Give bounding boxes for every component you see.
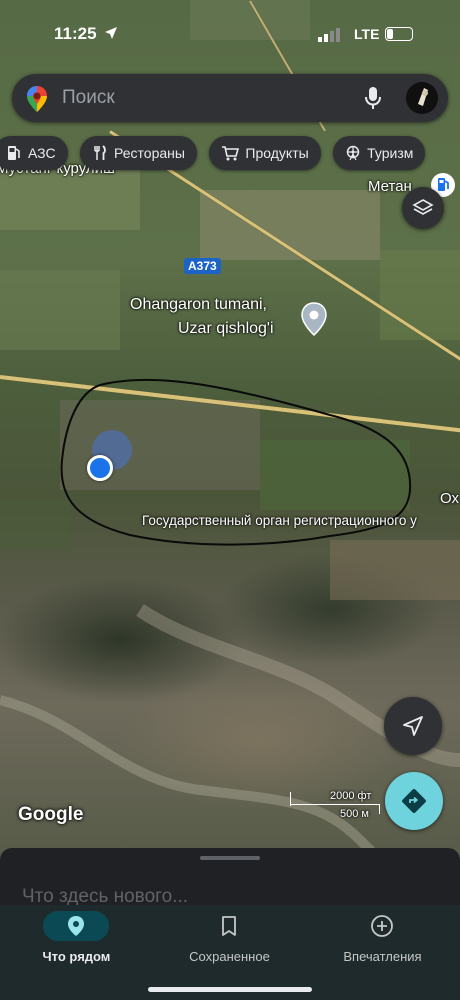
- bottom-navigation: Что рядом Сохраненное Впечатления: [0, 905, 460, 977]
- category-chips: АЗС Рестораны Продукты Туризм: [0, 136, 433, 170]
- add-circle-icon: [371, 915, 393, 937]
- microphone-icon[interactable]: [364, 86, 382, 110]
- home-indicator[interactable]: [148, 987, 312, 992]
- chip-gas-station[interactable]: АЗС: [0, 136, 68, 170]
- fork-knife-icon: [94, 145, 106, 160]
- chip-tourism[interactable]: Туризм: [333, 136, 426, 170]
- nav-saved[interactable]: Сохраненное: [153, 905, 306, 977]
- layers-icon: [412, 199, 434, 215]
- chip-restaurants[interactable]: Рестораны: [80, 136, 197, 170]
- chip-label: Продукты: [245, 145, 309, 161]
- nav-label: Что рядом: [42, 949, 111, 964]
- search-placeholder: Поиск: [62, 87, 115, 108]
- chip-label: Туризм: [367, 145, 414, 161]
- network-type: LTE: [354, 26, 380, 42]
- location-pin-icon: [68, 916, 84, 936]
- location-arrow-icon: [105, 27, 117, 39]
- search-bar[interactable]: Поиск: [12, 74, 448, 122]
- nav-explore[interactable]: Что рядом: [0, 905, 153, 977]
- ferris-wheel-icon: [346, 145, 360, 161]
- nav-label: Сохраненное: [189, 949, 270, 964]
- sheet-drag-handle[interactable]: [200, 856, 260, 860]
- signal-icon: [318, 28, 340, 42]
- label-metan: Метан: [368, 178, 412, 195]
- scale-ft: 2000 фт: [330, 790, 372, 802]
- profile-avatar[interactable]: [406, 82, 438, 114]
- status-bar: 11:25 LTE: [0, 18, 460, 48]
- shopping-cart-icon: [222, 146, 240, 161]
- label-gov: Государственный орган регистрационного у: [142, 513, 417, 528]
- battery-icon: [385, 27, 413, 41]
- my-location-button[interactable]: [384, 697, 442, 755]
- bookmark-icon: [222, 916, 236, 936]
- scale-m: 500 м: [340, 808, 369, 820]
- directions-icon: [402, 789, 426, 813]
- layers-button[interactable]: [402, 187, 444, 229]
- label-place-line2: Uzar qishlog'i: [178, 320, 274, 337]
- nav-contribute[interactable]: Впечатления: [306, 905, 459, 977]
- road-shield: A373: [184, 258, 221, 274]
- label-edge: Ох: [440, 490, 459, 507]
- nav-label: Впечатления: [343, 949, 422, 964]
- chip-groceries[interactable]: Продукты: [209, 136, 321, 170]
- gas-station-icon: [8, 146, 20, 160]
- navigation-arrow-icon: [403, 716, 423, 736]
- status-time: 11:25: [54, 24, 97, 43]
- chip-label: АЗС: [28, 145, 56, 161]
- google-logo: Google: [18, 804, 84, 825]
- chip-label: Рестораны: [114, 145, 185, 161]
- my-location-dot: [87, 455, 113, 481]
- directions-button[interactable]: [385, 772, 443, 830]
- place-pin-icon[interactable]: [300, 302, 328, 336]
- google-maps-pin-icon: [27, 86, 47, 112]
- label-place-line1: Ohangaron tumani,: [130, 296, 267, 313]
- scale-bar: 2000 фт 500 м: [290, 790, 380, 820]
